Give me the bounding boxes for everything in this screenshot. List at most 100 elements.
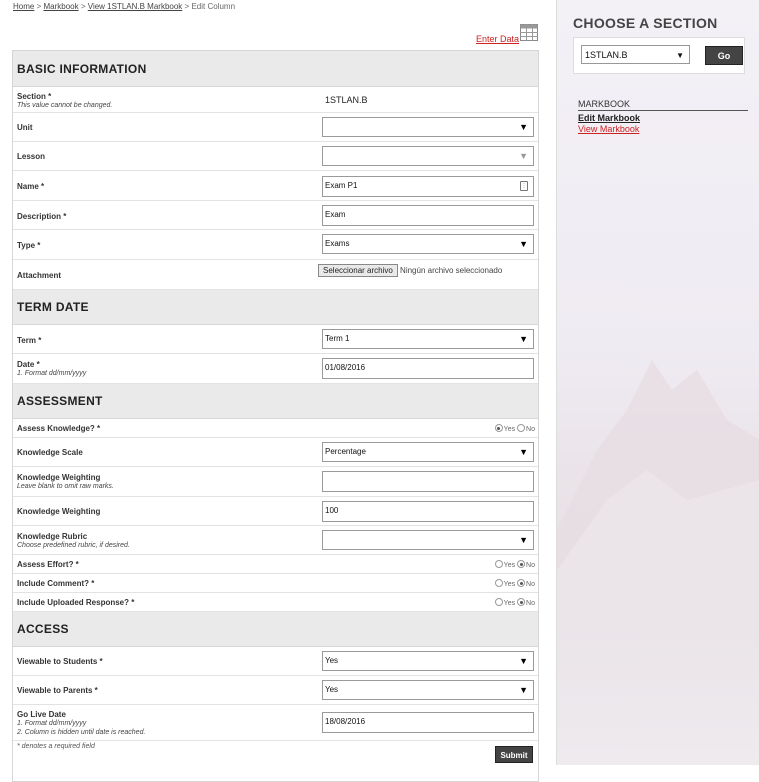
chevron-down-icon: ▼ [519, 685, 528, 695]
form-row-include-uploaded: Include Uploaded Response? * Yes No [13, 593, 538, 612]
lesson-select[interactable]: ▼ [322, 146, 534, 166]
breadcrumb-separator: > [36, 2, 42, 11]
knowledge-rubric-label: Knowledge Rubric Choose predefined rubric… [17, 532, 130, 549]
section-value: 1STLAN.B [325, 95, 368, 105]
form-row-lesson: Lesson ▼ [13, 142, 538, 171]
radio-yes[interactable] [494, 424, 503, 432]
radio-no[interactable] [517, 579, 526, 587]
breadcrumb-view-markbook-link[interactable]: View 1STLAN.B Markbook [88, 2, 183, 11]
required-note: * denotes a required field [17, 743, 95, 750]
name-label: Name * [17, 182, 45, 191]
grid-icon[interactable] [520, 24, 538, 41]
include-uploaded-label: Include Uploaded Response? * [17, 598, 135, 607]
radio-no[interactable] [517, 424, 526, 432]
form-footer: * denotes a required field Submit [13, 741, 538, 781]
knowledge-scale-select[interactable]: Percentage ▼ [322, 442, 534, 462]
go-live-date-label: Go Live Date 1. Format dd/mm/yyyy 2. Colum… [17, 710, 146, 736]
form-row-attachment: Attachment Seleccionar archivo Ningún ar… [13, 260, 538, 290]
knowledge-weighting-raw-input[interactable] [322, 471, 534, 492]
mountain-background [557, 360, 759, 630]
breadcrumb-markbook-link[interactable]: Markbook [43, 2, 78, 11]
date-label: Date * 1. Format dd/mm/yyyy [17, 360, 87, 377]
description-input[interactable]: Exam [322, 205, 534, 226]
form-row-viewable-students: Viewable to Students * Yes ▼ [13, 647, 538, 676]
form-row-section: Section * This value cannot be changed. 1… [13, 87, 538, 113]
assess-effort-radios: Yes No [494, 560, 535, 569]
date-sublabel: 1. Format dd/mm/yyyy [17, 370, 87, 377]
view-markbook-link[interactable]: View Markbook [578, 124, 639, 134]
assess-knowledge-radios: Yes No [494, 424, 535, 433]
form-row-type: Type * Exams ▼ [13, 230, 538, 260]
form-row-viewable-parents: Viewable to Parents * Yes ▼ [13, 676, 538, 705]
name-input[interactable]: Exam P1 ⋮ [322, 176, 534, 197]
form-row-knowledge-weighting: Knowledge Weighting 100 [13, 497, 538, 526]
choose-section-title: CHOOSE A SECTION [573, 15, 718, 31]
form-row-term: Term * Term 1 ▼ [13, 325, 538, 354]
breadcrumb-separator: > [80, 2, 86, 11]
form-row-description: Description * Exam [13, 201, 538, 230]
section-chooser: 1STLAN.B ▼ Go [573, 37, 745, 74]
breadcrumb-current: Edit Column [191, 2, 236, 11]
form-row-date: Date * 1. Format dd/mm/yyyy 01/08/2016 [13, 354, 538, 384]
section-select[interactable]: 1STLAN.B ▼ [581, 45, 690, 64]
lesson-label: Lesson [17, 152, 46, 161]
form-row-assess-effort: Assess Effort? * Yes No [13, 555, 538, 574]
date-input[interactable]: 01/08/2016 [322, 358, 534, 379]
radio-yes[interactable] [494, 560, 503, 568]
description-label: Description * [17, 212, 67, 221]
go-live-date-sublabel-1: 1. Format dd/mm/yyyy [17, 720, 87, 727]
chevron-down-icon: ▼ [519, 535, 528, 545]
viewable-parents-label: Viewable to Parents * [17, 686, 98, 695]
section-sublabel: This value cannot be changed. [17, 102, 113, 109]
include-uploaded-radios: Yes No [494, 598, 535, 607]
term-label: Term * [17, 336, 42, 345]
form-row-knowledge-weighting-raw: Knowledge Weighting Leave blank to omit r… [13, 467, 538, 497]
radio-yes[interactable] [494, 579, 503, 587]
go-live-date-input[interactable]: 18/08/2016 [322, 712, 534, 733]
viewable-students-select[interactable]: Yes ▼ [322, 651, 534, 671]
unit-select[interactable]: ▼ [322, 117, 534, 137]
form-row-knowledge-scale: Knowledge Scale Percentage ▼ [13, 438, 538, 467]
section-select-value: 1STLAN.B [585, 50, 628, 60]
chevron-down-icon: ▼ [519, 656, 528, 666]
edit-column-form: BASIC INFORMATION Section * This value ca… [12, 50, 539, 782]
breadcrumb: Home > Markbook > View 1STLAN.B Markbook… [13, 2, 235, 11]
edit-markbook-link[interactable]: Edit Markbook [578, 113, 640, 123]
attachment-file-input[interactable]: Seleccionar archivo Ningún archivo selec… [318, 264, 534, 284]
form-row-go-live-date: Go Live Date 1. Format dd/mm/yyyy 2. Colum… [13, 705, 538, 741]
go-button[interactable]: Go [705, 46, 743, 65]
assess-effort-label: Assess Effort? * [17, 560, 79, 569]
breadcrumb-separator: > [184, 2, 190, 11]
form-row-unit: Unit ▼ [13, 113, 538, 142]
breadcrumb-home-link[interactable]: Home [13, 2, 34, 11]
radio-no[interactable] [517, 560, 526, 568]
radio-no[interactable] [517, 598, 526, 606]
chevron-down-icon: ▼ [676, 51, 684, 60]
knowledge-rubric-select[interactable]: ▼ [322, 530, 534, 550]
chevron-down-icon: ▼ [519, 151, 528, 161]
chevron-down-icon: ▼ [519, 334, 528, 344]
choose-file-button[interactable]: Seleccionar archivo [318, 264, 398, 277]
radio-yes[interactable] [494, 598, 503, 606]
password-manager-icon[interactable]: ⋮ [520, 181, 528, 191]
knowledge-weighting-input[interactable]: 100 [322, 501, 534, 522]
term-select[interactable]: Term 1 ▼ [322, 329, 534, 349]
enter-data-link[interactable]: Enter Data [476, 34, 519, 44]
form-row-assess-knowledge: Assess Knowledge? * Yes No [13, 419, 538, 438]
form-row-name: Name * Exam P1 ⋮ [13, 171, 538, 201]
knowledge-weighting-label: Knowledge Weighting [17, 507, 101, 516]
go-live-date-sublabel-2: 2. Column is hidden until date is reache… [17, 729, 146, 736]
section-header-term: TERM DATE [13, 290, 538, 325]
viewable-students-label: Viewable to Students * [17, 657, 103, 666]
knowledge-weighting-raw-sublabel: Leave blank to omit raw marks. [17, 483, 114, 490]
type-select[interactable]: Exams ▼ [322, 234, 534, 254]
form-row-include-comment: Include Comment? * Yes No [13, 574, 538, 593]
markbook-header: MARKBOOK [578, 99, 748, 111]
viewable-parents-select[interactable]: Yes ▼ [322, 680, 534, 700]
submit-button[interactable]: Submit [495, 746, 533, 763]
knowledge-rubric-sublabel: Choose predefined rubric, if desired. [17, 542, 130, 549]
section-header-access: ACCESS [13, 612, 538, 647]
chevron-down-icon: ▼ [519, 239, 528, 249]
include-comment-radios: Yes No [494, 579, 535, 588]
include-comment-label: Include Comment? * [17, 579, 95, 588]
